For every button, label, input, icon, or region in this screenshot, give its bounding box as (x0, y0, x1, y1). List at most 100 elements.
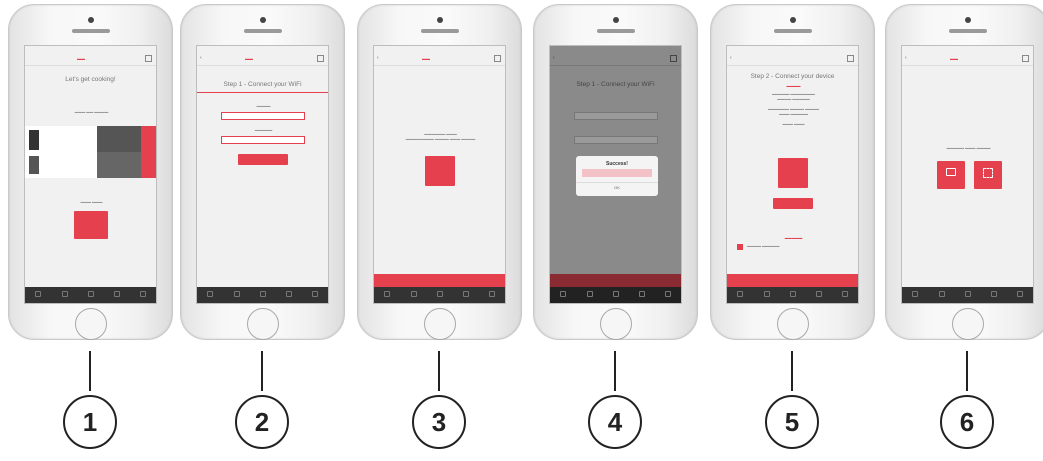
tab-icon[interactable] (207, 291, 213, 297)
menu-icon[interactable] (317, 55, 324, 62)
tab-icon[interactable] (1017, 291, 1023, 297)
screen-title: Step 2 - Connect your device (750, 73, 835, 80)
tab-icon[interactable] (35, 291, 41, 297)
device-button-graphic (778, 158, 808, 188)
speaker-grille (949, 29, 987, 33)
phone-frame: ‹ ▬▬ Step 1 - Connect your WiFi ▬▬▬▬ ▬▬▬… (180, 4, 345, 340)
tab-icon[interactable] (991, 291, 997, 297)
troubleshooting-link[interactable]: ▬▬▬▬▬ (735, 236, 852, 241)
phone-screen: ‹ Step 1 - Connect your WiFi Success! OK (549, 45, 682, 304)
back-button[interactable]: ‹ (200, 55, 202, 61)
tab-icon[interactable] (912, 291, 918, 297)
camera-icon (88, 17, 94, 23)
tab-icon[interactable] (816, 291, 822, 297)
tab-icon[interactable] (62, 291, 68, 297)
camera-icon (260, 17, 266, 23)
step-number-badge: 2 (235, 395, 289, 449)
step-4: ‹ Step 1 - Connect your WiFi Success! OK (533, 0, 698, 461)
menu-icon[interactable] (145, 55, 152, 62)
action-button[interactable] (773, 198, 813, 209)
tab-icon (665, 291, 671, 297)
back-button[interactable]: ‹ (377, 55, 379, 61)
instruction-text: ▬▬▬▬▬ ▬▬▬ ▬▬▬▬ (946, 146, 991, 150)
tab-icon[interactable] (790, 291, 796, 297)
device-row-action[interactable] (97, 152, 141, 178)
tab-icon[interactable] (965, 291, 971, 297)
speaker-grille (597, 29, 635, 33)
tab-icon[interactable] (286, 291, 292, 297)
option-button-1[interactable] (937, 161, 965, 189)
tab-icon[interactable] (842, 291, 848, 297)
subheading: ▬▬▬▬ (786, 84, 801, 88)
phone-screen: ‹ ▬▬ Step 1 - Connect your WiFi ▬▬▬▬ ▬▬▬… (196, 45, 329, 304)
device-select-button[interactable] (141, 126, 156, 152)
tab-icon[interactable] (411, 291, 417, 297)
dialog-message (582, 169, 652, 177)
instruction-text: ▬▬▬▬▬ ▬▬▬▬▬▬▬ ▬▬▬▬ ▬▬▬▬▬ ▬▬▬▬▬▬ ▬▬▬▬ ▬▬▬▬ ▬… (768, 92, 819, 126)
tab-icon (560, 291, 566, 297)
screen-title: Step 1 - Connect your WiFi (576, 81, 655, 88)
nav-bar: ‹ ▬▬ (902, 53, 1033, 66)
speaker-grille (774, 29, 812, 33)
success-dialog: Success! OK (576, 156, 658, 196)
connector-line (438, 351, 440, 391)
menu-icon[interactable] (1022, 55, 1029, 62)
menu-icon[interactable] (494, 55, 501, 62)
home-button[interactable] (600, 308, 632, 340)
tab-icon[interactable] (260, 291, 266, 297)
dialog-ok-button[interactable]: OK (576, 185, 658, 190)
checkbox[interactable] (737, 244, 743, 250)
add-device-button[interactable] (74, 211, 108, 239)
device-select-button[interactable] (141, 152, 156, 178)
tab-icon[interactable] (312, 291, 318, 297)
connector-line (89, 351, 91, 391)
tab-icon[interactable] (114, 291, 120, 297)
phone-frame: ‹ ▬▬ ▬▬▬▬▬ ▬▬▬ ▬▬▬▬ (885, 4, 1043, 340)
step-number-badge: 5 (765, 395, 819, 449)
step-number-badge: 3 (412, 395, 466, 449)
tab-icon (639, 291, 645, 297)
nav-bar: ‹ (550, 53, 681, 66)
tab-icon[interactable] (939, 291, 945, 297)
phone-frame: ‹ Step 2 - Connect your device ▬▬▬▬ ▬▬▬▬… (710, 4, 875, 340)
menu-icon[interactable] (847, 55, 854, 62)
home-button[interactable] (247, 308, 279, 340)
status-bar (550, 46, 681, 53)
connector-line (966, 351, 968, 391)
network-field[interactable] (221, 112, 305, 120)
tab-icon[interactable] (764, 291, 770, 297)
back-button[interactable]: ‹ (730, 55, 732, 61)
tab-icon[interactable] (437, 291, 443, 297)
camera-icon (613, 17, 619, 23)
cancel-bar[interactable] (374, 274, 505, 287)
tab-icon[interactable] (489, 291, 495, 297)
tab-icon[interactable] (234, 291, 240, 297)
camera-icon (437, 17, 443, 23)
password-field[interactable] (221, 136, 305, 144)
confirm-bar[interactable] (727, 274, 858, 287)
tab-icon[interactable] (463, 291, 469, 297)
device-icon (946, 168, 956, 176)
connect-button[interactable] (238, 154, 288, 165)
tab-bar (550, 287, 681, 303)
home-button[interactable] (75, 308, 107, 340)
tab-icon[interactable] (88, 291, 94, 297)
tab-icon[interactable] (140, 291, 146, 297)
status-bar (25, 46, 156, 53)
home-button[interactable] (777, 308, 809, 340)
option-button-2[interactable] (974, 161, 1002, 189)
cancel-bar (550, 274, 681, 287)
network-field (574, 112, 658, 120)
status-bar (374, 46, 505, 53)
field-label: ▬▬▬▬▬ (254, 128, 273, 132)
phone-screen: ▬▬ Let's get cooking! ▬▬▬ ▬▬ ▬▬▬▬ ▬▬▬ ▬▬… (24, 45, 157, 304)
tab-icon[interactable] (737, 291, 743, 297)
home-button[interactable] (424, 308, 456, 340)
home-button[interactable] (952, 308, 984, 340)
phone-screen: ‹ Step 2 - Connect your device ▬▬▬▬ ▬▬▬▬… (726, 45, 859, 304)
tab-icon[interactable] (384, 291, 390, 297)
step-1: ▬▬ Let's get cooking! ▬▬▬ ▬▬ ▬▬▬▬ ▬▬▬ ▬▬… (8, 0, 173, 461)
brand-logo: ▬▬ (422, 56, 430, 61)
back-button[interactable]: ‹ (905, 55, 907, 61)
device-row-action[interactable] (97, 126, 141, 152)
